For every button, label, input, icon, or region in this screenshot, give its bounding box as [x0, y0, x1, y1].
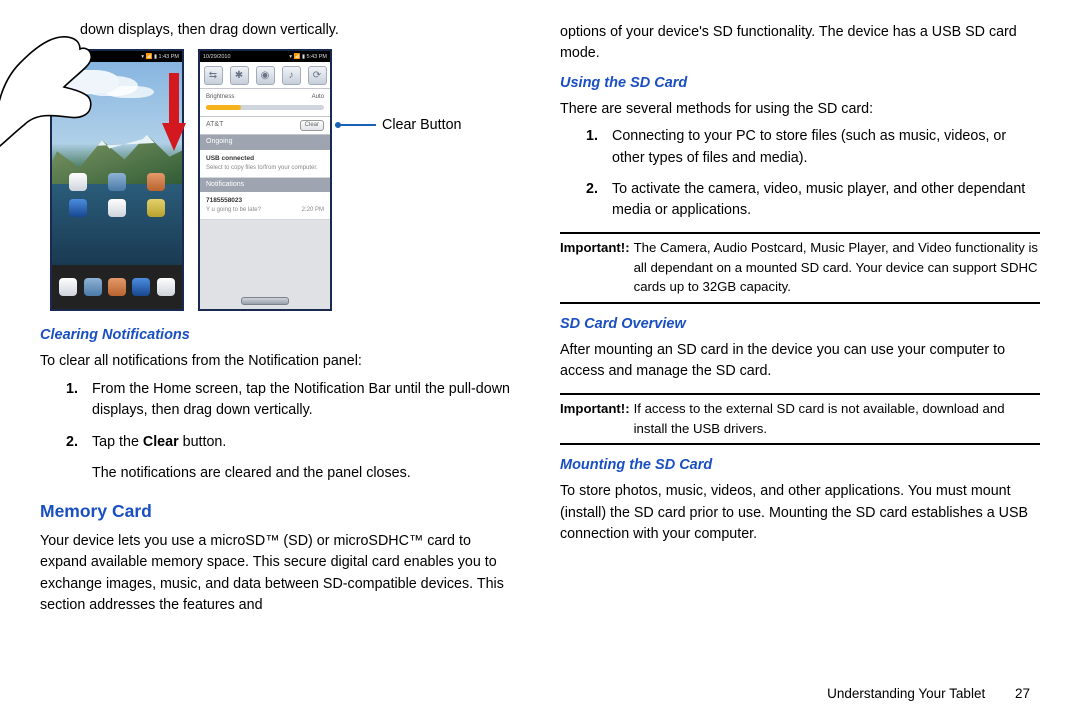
status-indicators: ▾ 📶 ▮ 1:43 PM: [141, 53, 179, 61]
step-text: To activate the camera, video, music pla…: [612, 181, 1025, 218]
bluetooth-toggle-icon: ✱: [230, 66, 249, 85]
list-item: 2.Tap the Clear button. The notification…: [66, 432, 520, 485]
home-app-icon: [69, 173, 87, 191]
page-footer: Understanding Your Tablet 27: [827, 684, 1030, 704]
sms-time: 2:20 PM: [302, 206, 324, 215]
heading-mounting-sd: Mounting the SD Card: [560, 455, 1040, 477]
important-text: The Camera, Audio Postcard, Music Player…: [634, 238, 1040, 297]
status-date: 10/29/2010: [203, 53, 231, 61]
illustration-notification-drag: 10/29/2010 ▾ 📶 ▮ 1:43 PM: [50, 49, 520, 311]
heading-memory-card: Memory Card: [40, 498, 520, 524]
list-item: 2.To activate the camera, video, music p…: [586, 179, 1040, 222]
sd-overview-paragraph: After mounting an SD card in the device …: [560, 340, 1040, 383]
manual-page: down displays, then drag down vertically…: [0, 0, 1080, 720]
dock-icon: [132, 278, 150, 296]
heading-sd-overview: SD Card Overview: [560, 314, 1040, 336]
status-indicators: ▾ 📶 ▮ 5:43 PM: [289, 53, 327, 61]
dock-icon: [59, 278, 77, 296]
dock-icon: [84, 278, 102, 296]
status-bar: 10/29/2010 ▾ 📶 ▮ 5:43 PM: [200, 51, 330, 62]
step-text: Tap the Clear button.: [92, 434, 226, 450]
clear-button-mock: Clear: [300, 120, 324, 131]
callout-clear-button: Clear Button: [338, 170, 461, 191]
sms-notification-item: 7185558023 Y u going to be late? 2:20 PM: [200, 192, 330, 220]
callout-leader-line: [338, 124, 376, 126]
dock-icon: [108, 278, 126, 296]
brightness-slider: [206, 105, 324, 110]
brightness-row: Brightness Auto: [200, 89, 330, 117]
status-bar: 10/29/2010 ▾ 📶 ▮ 1:43 PM: [52, 51, 182, 62]
heading-clearing-notifications: Clearing Notifications: [40, 325, 520, 347]
important-note-2: Important!: If access to the external SD…: [560, 393, 1040, 446]
footer-page-number: 27: [1015, 686, 1030, 701]
clearing-steps-list: 1.From the Home screen, tap the Notifica…: [66, 379, 520, 485]
section-ongoing: Ongoing: [200, 135, 330, 150]
important-label: Important!:: [560, 399, 634, 439]
gps-toggle-icon: ◉: [256, 66, 275, 85]
right-column: options of your device's SD functionalit…: [560, 20, 1040, 702]
left-column: down displays, then drag down vertically…: [40, 20, 520, 702]
memory-card-paragraph: Your device lets you use a microSD™ (SD)…: [40, 531, 520, 617]
mock-phone-home: 10/29/2010 ▾ 📶 ▮ 1:43 PM: [50, 49, 184, 311]
mounting-paragraph: To store photos, music, videos, and othe…: [560, 481, 1040, 545]
dock: [52, 265, 182, 309]
usb-subtitle: Select to copy files to/from your comput…: [206, 164, 324, 173]
footer-chapter: Understanding Your Tablet: [827, 686, 985, 701]
list-item: 1.Connecting to your PC to store files (…: [586, 126, 1040, 169]
usb-connected-item: USB connected Select to copy files to/fr…: [200, 150, 330, 178]
panel-drag-handle: [241, 297, 289, 305]
sms-number: 7185558023: [206, 196, 324, 206]
wifi-toggle-icon: ⇆: [204, 66, 223, 85]
status-date: 10/29/2010: [55, 53, 83, 61]
callout-label: Clear Button: [382, 115, 461, 136]
section-notifications: Notifications: [200, 178, 330, 193]
rotate-toggle-icon: ⟳: [308, 66, 327, 85]
mock-phone-notifications: 10/29/2010 ▾ 📶 ▮ 5:43 PM ⇆ ✱ ◉ ♪ ⟳ Brigh…: [198, 49, 332, 311]
brightness-label: Brightness: [206, 94, 234, 100]
home-app-icon: [147, 199, 165, 217]
using-sd-intro: There are several methods for using the …: [560, 99, 1040, 120]
home-app-icon: [108, 199, 126, 217]
carrier-name: AT&T: [206, 120, 223, 131]
context-continuation: down displays, then drag down vertically…: [80, 20, 520, 41]
carrier-row: AT&T Clear: [200, 117, 330, 135]
using-sd-steps-list: 1.Connecting to your PC to store files (…: [586, 126, 1040, 222]
home-app-icon: [69, 199, 87, 217]
home-app-icon: [108, 173, 126, 191]
dock-icon: [157, 278, 175, 296]
clearing-intro: To clear all notifications from the Noti…: [40, 351, 520, 372]
home-app-icon: [147, 173, 165, 191]
auto-brightness-label: Auto: [312, 93, 324, 102]
quick-toggle-row: ⇆ ✱ ◉ ♪ ⟳: [200, 62, 330, 89]
arrow-down-icon: [162, 73, 186, 153]
important-label: Important!:: [560, 238, 634, 297]
sms-preview: Y u going to be late?: [206, 206, 261, 215]
step-text: Connecting to your PC to store files (su…: [612, 128, 1006, 165]
important-note-1: Important!: The Camera, Audio Postcard, …: [560, 232, 1040, 304]
clearing-result: The notifications are cleared and the pa…: [92, 463, 520, 484]
step-text: From the Home screen, tap the Notificati…: [92, 381, 510, 418]
heading-using-sd: Using the SD Card: [560, 73, 1040, 95]
usb-title: USB connected: [206, 154, 324, 164]
sound-toggle-icon: ♪: [282, 66, 301, 85]
important-text: If access to the external SD card is not…: [634, 399, 1040, 439]
list-item: 1.From the Home screen, tap the Notifica…: [66, 379, 520, 422]
right-continuation: options of your device's SD functionalit…: [560, 22, 1040, 65]
